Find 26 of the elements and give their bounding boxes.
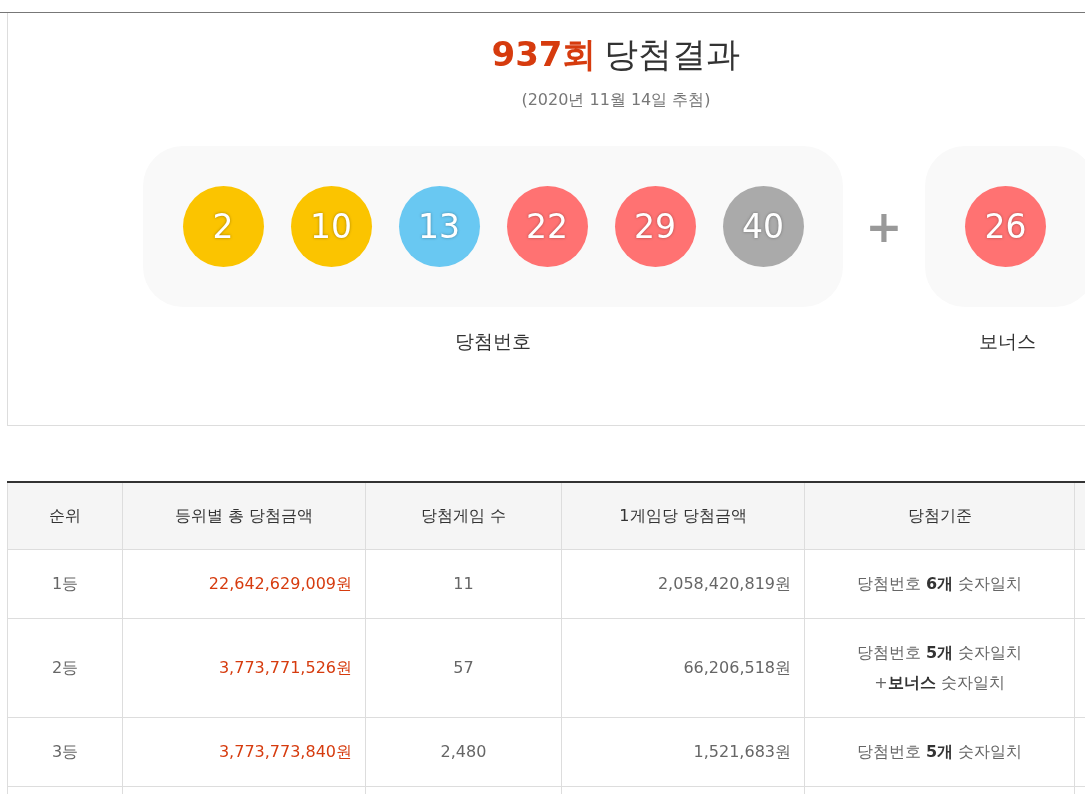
bonus-label: 보너스 — [979, 329, 1036, 354]
total-prize-cell: 3,773,771,526원 — [122, 618, 366, 717]
rank-cell: 2등 — [7, 618, 123, 717]
winner-count-cell: 11 — [365, 549, 562, 618]
plus-sign: + — [864, 199, 904, 254]
column-header: 순위 — [7, 482, 123, 549]
column-header: 당첨게임 수 — [365, 482, 562, 549]
prize-per-game-cell: 2,058,420,819원 — [561, 549, 805, 618]
column-header: 당첨기준 — [804, 482, 1075, 549]
rank-cell: 1등 — [7, 549, 123, 618]
winner-count-cell: 57 — [365, 618, 562, 717]
column-header: 1게임당 당첨금액 — [561, 482, 805, 549]
round-number: 937회 — [491, 33, 597, 76]
page-title: 당첨결과 — [604, 33, 741, 76]
winner-count-cell: 2,480 — [365, 717, 562, 786]
criteria-cell: 당첨번호 6개 숫자일치 — [804, 549, 1075, 618]
total-prize-cell: 3,773,773,840원 — [122, 717, 366, 786]
criteria-cell: 당첨번호 5개 숫자일치 +보너스 숫자일치 — [804, 618, 1075, 717]
total-prize-cell: 22,642,629,009원 — [122, 549, 366, 618]
criteria-cell: 당첨번호 5개 숫자일치 — [804, 717, 1075, 786]
rank-cell: 3등 — [7, 717, 123, 786]
prize-per-game-cell: 66,206,518원 — [561, 618, 805, 717]
numbers-label: 당첨번호 — [455, 329, 531, 354]
draw-date: (2020년 11월 14일 추첨) — [521, 89, 711, 111]
prize-per-game-cell: 1,521,683원 — [561, 717, 805, 786]
column-header: 등위별 총 당첨금액 — [122, 482, 366, 549]
